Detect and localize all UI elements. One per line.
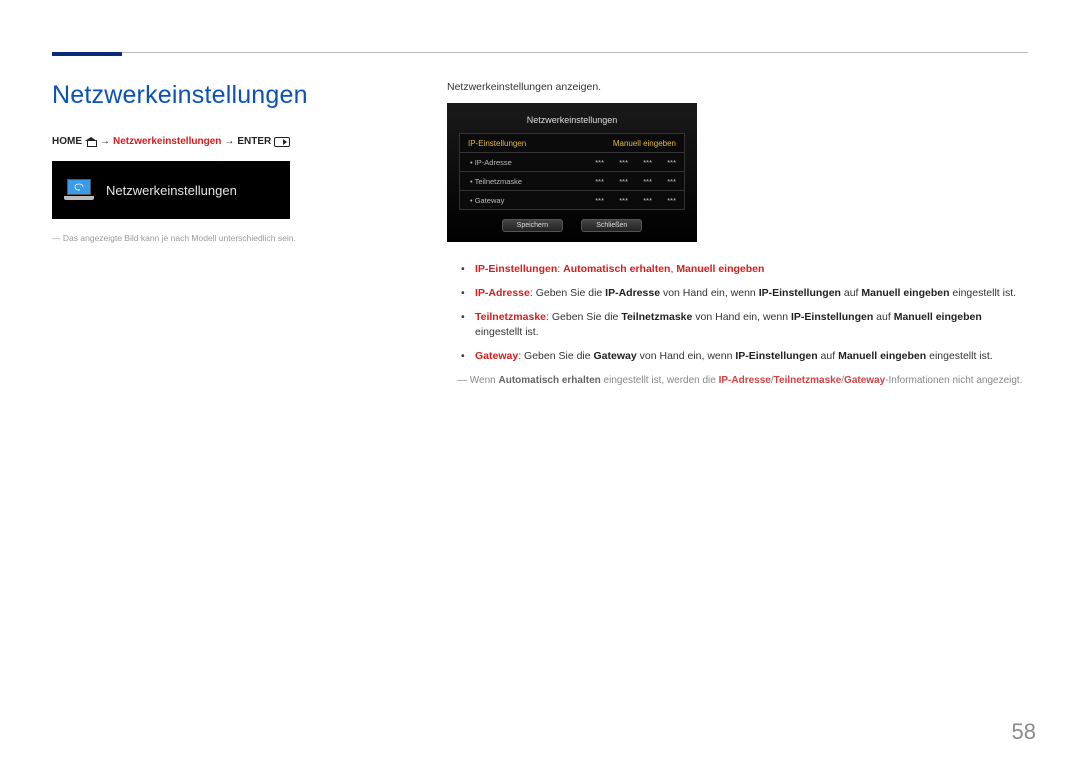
network-laptop-icon xyxy=(64,179,94,201)
ip-octet: *** xyxy=(580,158,604,167)
list-item: IP-Adresse: Geben Sie die IP-Adresse von… xyxy=(475,286,1028,302)
ip-octet: *** xyxy=(604,177,628,186)
ip-octet: *** xyxy=(628,196,652,205)
panel-header-label: IP-Einstellungen xyxy=(460,139,550,148)
arrow-icon: → xyxy=(100,136,110,147)
row-label: IP-Adresse xyxy=(460,158,550,167)
breadcrumb: HOME → Netzwerkeinstellungen → ENTER xyxy=(52,136,412,147)
panel-row-gateway[interactable]: Gateway *** *** *** *** xyxy=(459,190,685,210)
arrow-icon: → xyxy=(224,136,234,147)
term: Teilnetzmaske xyxy=(475,311,546,323)
settings-panel: Netzwerkeinstellungen IP-Einstellungen M… xyxy=(447,103,697,242)
option: Automatisch erhalten xyxy=(563,263,670,275)
panel-header-value: Manuell eingeben xyxy=(550,139,684,148)
menu-card-label: Netzwerkeinstellungen xyxy=(106,183,237,198)
panel-row-ip[interactable]: IP-Adresse *** *** *** *** xyxy=(459,152,685,172)
description-list: IP-Einstellungen: Automatisch erhalten, … xyxy=(447,262,1028,365)
ip-octet: *** xyxy=(652,196,676,205)
ip-octet: *** xyxy=(628,177,652,186)
ip-octet: *** xyxy=(652,158,676,167)
ip-octet: *** xyxy=(580,177,604,186)
ip-octet: *** xyxy=(604,196,628,205)
breadcrumb-item: Netzwerkeinstellungen xyxy=(113,136,221,147)
term: IP-Adresse xyxy=(475,287,530,299)
breadcrumb-enter: ENTER xyxy=(237,136,271,147)
row-label: Gateway xyxy=(460,196,550,205)
menu-card: Netzwerkeinstellungen xyxy=(52,161,290,219)
panel-header-row[interactable]: IP-Einstellungen Manuell eingeben xyxy=(459,133,685,153)
page-top-rule xyxy=(52,52,1028,53)
panel-row-subnet[interactable]: Teilnetzmaske *** *** *** *** xyxy=(459,171,685,191)
ip-octet: *** xyxy=(604,158,628,167)
term: IP-Einstellungen xyxy=(475,263,557,275)
close-button[interactable]: Schließen xyxy=(581,219,642,232)
row-label: Teilnetzmaske xyxy=(460,177,550,186)
option: Manuell eingeben xyxy=(676,263,764,275)
ip-octet: *** xyxy=(652,177,676,186)
ip-octet: *** xyxy=(580,196,604,205)
intro-text: Netzwerkeinstellungen anzeigen. xyxy=(447,81,1028,93)
ip-octet: *** xyxy=(628,158,652,167)
page-title: Netzwerkeinstellungen xyxy=(52,81,412,110)
page-number: 58 xyxy=(1012,719,1036,745)
breadcrumb-home: HOME xyxy=(52,136,82,147)
list-item: Teilnetzmaske: Geben Sie die Teilnetzmas… xyxy=(475,310,1028,342)
home-icon xyxy=(85,137,97,147)
term: Gateway xyxy=(475,350,518,362)
list-item: IP-Einstellungen: Automatisch erhalten, … xyxy=(475,262,1028,278)
page-top-accent xyxy=(52,52,122,56)
save-button[interactable]: Speichern xyxy=(502,219,564,232)
footnote-left: Das angezeigte Bild kann je nach Modell … xyxy=(52,233,412,245)
enter-icon xyxy=(274,137,290,147)
footnote-right: Wenn Automatisch erhalten eingestellt is… xyxy=(447,373,1028,388)
panel-title: Netzwerkeinstellungen xyxy=(447,113,697,133)
list-item: Gateway: Geben Sie die Gateway von Hand … xyxy=(475,349,1028,365)
